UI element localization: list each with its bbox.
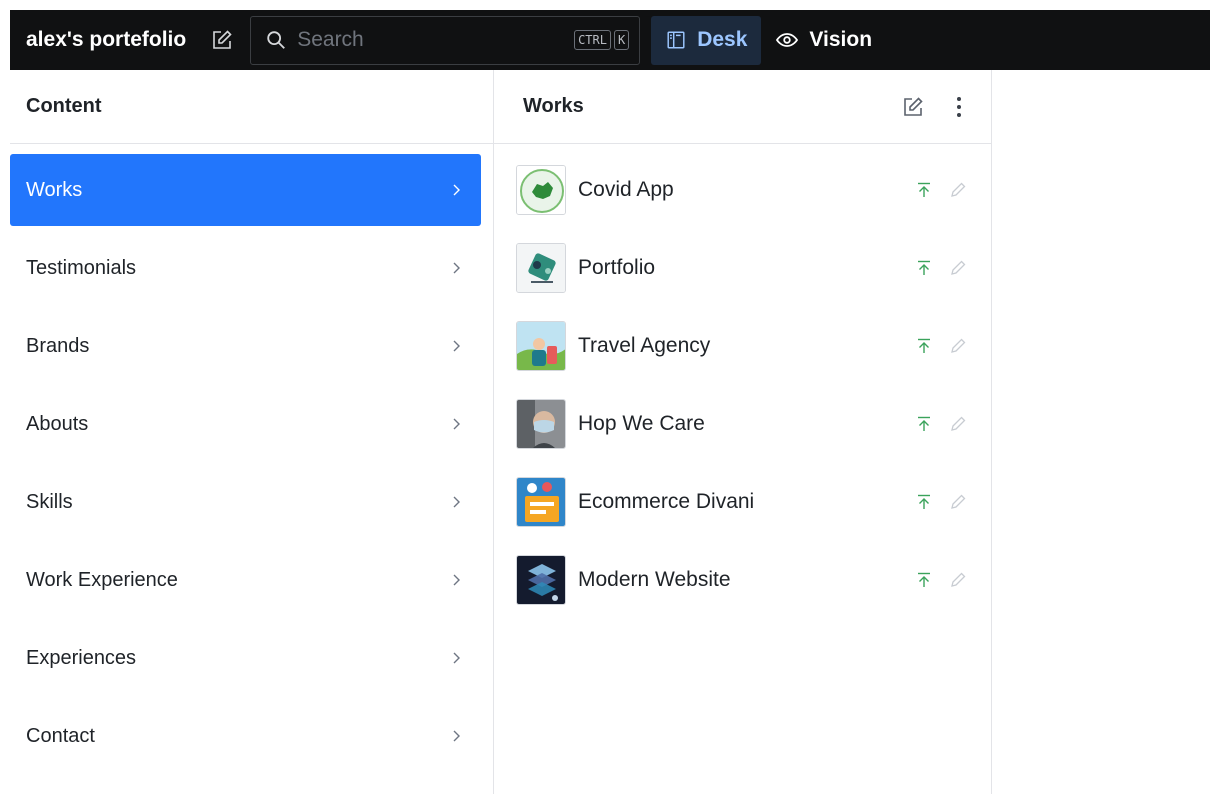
document-status — [903, 567, 971, 593]
document-item-modern-website[interactable]: Modern Website — [516, 544, 971, 616]
content-item-abouts[interactable]: Abouts — [10, 388, 481, 460]
content-item-works[interactable]: Works — [10, 154, 481, 226]
content-pane-header: Content — [10, 70, 493, 144]
chevron-right-icon — [453, 418, 460, 430]
published-icon — [911, 255, 937, 281]
works-pane-header: Works — [494, 70, 991, 144]
draft-pencil-icon — [945, 411, 971, 437]
chevron-right-icon — [453, 184, 460, 196]
document-title: Portfolio — [578, 256, 656, 279]
works-pane: Works Covid App Portfolio Travel Agency … — [494, 70, 992, 794]
works-pane-actions — [885, 89, 977, 125]
content-item-label: Contact — [26, 724, 95, 747]
pane-menu-button[interactable] — [941, 89, 977, 125]
portfolio-thumbnail-icon — [517, 244, 565, 292]
compose-icon — [904, 96, 923, 116]
document-thumbnail — [516, 165, 566, 215]
content-item-label: Testimonials — [26, 256, 137, 279]
content-pane-title: Content — [26, 95, 102, 117]
top-navbar: alex's portefolio CTRL K Desk Vision — [10, 10, 1210, 70]
tool-desk-label: Desk — [697, 28, 748, 51]
document-title: Covid App — [578, 178, 674, 201]
draft-pencil-icon — [945, 333, 971, 359]
chevron-right-icon — [453, 652, 460, 664]
document-title: Hop We Care — [578, 412, 705, 435]
content-item-brands[interactable]: Brands — [10, 310, 481, 382]
document-status — [903, 255, 971, 281]
content-pane: Content Works Testimonials Brands Abouts… — [10, 70, 494, 794]
document-status — [903, 333, 971, 359]
content-item-label: Experiences — [26, 646, 137, 669]
document-item-covid-app[interactable]: Covid App — [516, 154, 971, 226]
compose-icon — [213, 30, 232, 49]
chevron-right-icon — [453, 496, 460, 508]
shortcut-key-ctrl: CTRL — [574, 30, 611, 50]
layers-thumbnail-icon — [517, 556, 565, 604]
document-status — [903, 177, 971, 203]
document-status — [903, 489, 971, 515]
published-icon — [911, 411, 937, 437]
content-type-list: Works Testimonials Brands Abouts Skills … — [10, 144, 493, 772]
draft-pencil-icon — [945, 489, 971, 515]
search-box[interactable]: CTRL K — [250, 15, 641, 65]
content-item-work-experience[interactable]: Work Experience — [10, 544, 481, 616]
document-item-portfolio[interactable]: Portfolio — [516, 232, 971, 304]
content-item-label: Works — [26, 178, 83, 201]
covidsafe-logo-icon — [517, 166, 565, 214]
document-thumbnail — [516, 243, 566, 293]
tool-vision-button[interactable]: Vision — [761, 16, 886, 65]
works-pane-title: Works — [523, 95, 584, 117]
chevron-right-icon — [453, 730, 460, 742]
document-thumbnail — [516, 477, 566, 527]
content-item-contact[interactable]: Contact — [10, 700, 481, 772]
document-title: Modern Website — [578, 568, 731, 591]
shortcut-key-k: K — [613, 30, 630, 50]
published-icon — [911, 333, 937, 359]
eye-icon — [776, 33, 799, 47]
content-item-label: Brands — [26, 334, 90, 357]
published-icon — [911, 489, 937, 515]
create-new-document-button[interactable] — [895, 89, 931, 125]
draft-pencil-icon — [945, 567, 971, 593]
travel-thumbnail-icon — [517, 322, 565, 370]
document-item-ecommerce-divani[interactable]: Ecommerce Divani — [516, 466, 971, 538]
compose-button[interactable] — [200, 18, 244, 62]
content-item-label: Work Experience — [26, 568, 178, 591]
draft-pencil-icon — [945, 177, 971, 203]
chevron-right-icon — [453, 340, 460, 352]
published-icon — [911, 567, 937, 593]
document-title: Ecommerce Divani — [578, 490, 755, 513]
chevron-right-icon — [453, 574, 460, 586]
document-thumbnail — [516, 399, 566, 449]
published-icon — [911, 177, 937, 203]
tool-vision-label: Vision — [809, 28, 873, 51]
document-thumbnail — [516, 555, 566, 605]
draft-pencil-icon — [945, 255, 971, 281]
search-icon — [267, 31, 286, 49]
content-item-testimonials[interactable]: Testimonials — [10, 232, 481, 304]
photo-thumbnail-icon — [517, 400, 565, 448]
document-title: Travel Agency — [578, 334, 711, 357]
more-vertical-icon — [957, 96, 961, 117]
document-item-travel-agency[interactable]: Travel Agency — [516, 310, 971, 382]
search-input[interactable] — [297, 28, 572, 52]
content-item-skills[interactable]: Skills — [10, 466, 481, 538]
tool-desk-button[interactable]: Desk — [651, 15, 762, 65]
document-status — [903, 411, 971, 437]
ecommerce-thumbnail-icon — [517, 478, 565, 526]
works-document-list: Covid App Portfolio Travel Agency Hop We… — [494, 144, 991, 616]
project-title[interactable]: alex's portefolio — [26, 28, 186, 52]
content-item-label: Abouts — [26, 412, 89, 435]
chevron-right-icon — [453, 262, 460, 274]
document-thumbnail — [516, 321, 566, 371]
document-item-hop-we-care[interactable]: Hop We Care — [516, 388, 971, 460]
content-item-label: Skills — [26, 490, 73, 513]
desk-icon — [667, 31, 685, 49]
content-item-experiences[interactable]: Experiences — [10, 622, 481, 694]
